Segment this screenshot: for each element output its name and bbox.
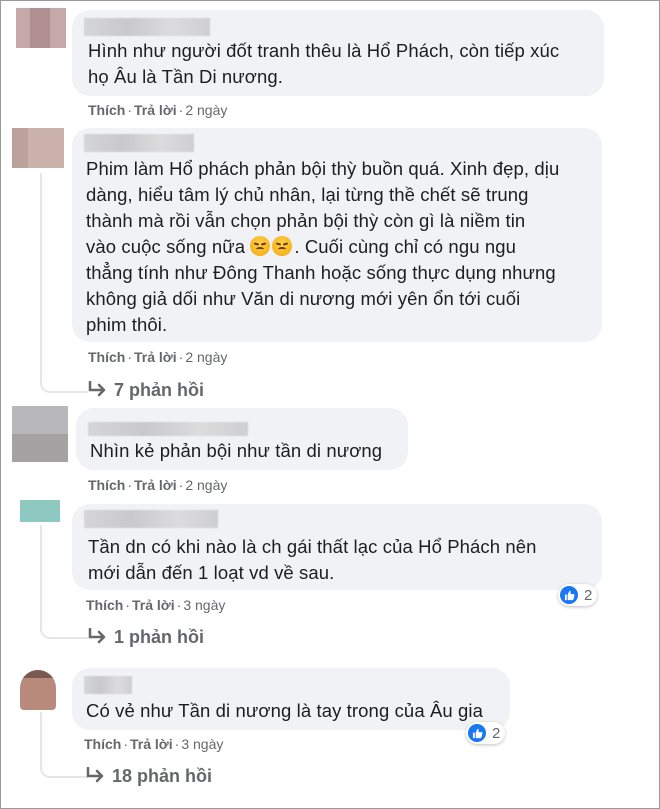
- comment-text: Tần dn có khi nào là ch gái thất lạc của…: [88, 536, 537, 583]
- replies-count: 1 phản hồi: [114, 627, 204, 647]
- like-button[interactable]: Thích: [88, 349, 125, 365]
- reaction-badge[interactable]: 2: [466, 722, 506, 744]
- reaction-count: 2: [584, 586, 593, 604]
- reply-arrow-icon: [88, 381, 106, 397]
- comment-actions: Thích · Trả lời · 2 ngày: [88, 102, 228, 118]
- replies-count: 18 phản hồi: [112, 766, 213, 786]
- avatar[interactable]: [12, 128, 64, 168]
- comment-actions: Thích · Trả lời · 2 ngày: [88, 349, 228, 365]
- timestamp[interactable]: 3 ngày: [181, 736, 223, 752]
- reply-button[interactable]: Trả lời: [134, 349, 177, 365]
- comment-bubble: Tần dn có khi nào là ch gái thất lạc của…: [72, 504, 602, 590]
- like-button[interactable]: Thích: [88, 477, 125, 493]
- comment-text: Có vẻ như Tần di nương là tay trong của …: [86, 700, 484, 721]
- view-replies-button[interactable]: 7 phản hồi: [88, 380, 204, 401]
- commenter-name-blurred[interactable]: [84, 18, 210, 36]
- comment-actions: Thích · Trả lời · 3 ngày: [84, 736, 224, 752]
- view-replies-button[interactable]: 18 phản hồi: [86, 766, 212, 787]
- replies-count: 7 phản hồi: [114, 380, 204, 400]
- reply-arrow-icon: [88, 628, 106, 644]
- comment-bubble: Có vẻ như Tần di nương là tay trong của …: [72, 668, 510, 730]
- reply-button[interactable]: Trả lời: [134, 102, 177, 118]
- like-icon: [468, 724, 486, 742]
- reply-button[interactable]: Trả lời: [134, 477, 177, 493]
- comment-text: Nhìn kẻ phản bội như tần di nương: [90, 440, 383, 461]
- avatar[interactable]: [20, 670, 56, 710]
- reply-arrow-icon: [86, 767, 104, 783]
- reaction-badge[interactable]: 2: [558, 584, 598, 606]
- timestamp[interactable]: 2 ngày: [185, 477, 227, 493]
- timestamp[interactable]: 2 ngày: [185, 102, 227, 118]
- avatar[interactable]: [20, 500, 60, 522]
- comment-bubble: Hình như người đốt tranh thêu là Hổ Phác…: [72, 10, 604, 96]
- timestamp[interactable]: 2 ngày: [185, 349, 227, 365]
- avatar[interactable]: [12, 406, 68, 462]
- weary-face-emoji-icon: [272, 236, 293, 256]
- weary-face-emoji-icon: [250, 236, 271, 256]
- comment-actions: Thích · Trả lời · 2 ngày: [88, 477, 228, 493]
- timestamp[interactable]: 3 ngày: [183, 597, 225, 613]
- reaction-count: 2: [492, 724, 501, 742]
- reply-button[interactable]: Trả lời: [130, 736, 173, 752]
- comment-bubble: Phim làm Hổ phách phản bội thỳ buồn quá.…: [72, 128, 602, 342]
- comment-bubble: Nhìn kẻ phản bội như tần di nương: [76, 408, 408, 470]
- like-button[interactable]: Thích: [86, 597, 123, 613]
- commenter-name-blurred[interactable]: [88, 422, 248, 436]
- like-button[interactable]: Thích: [88, 102, 125, 118]
- avatar[interactable]: [16, 8, 66, 48]
- commenter-name-blurred[interactable]: [84, 676, 132, 694]
- comment-actions: Thích · Trả lời · 3 ngày: [86, 597, 226, 613]
- like-button[interactable]: Thích: [84, 736, 121, 752]
- commenter-name-blurred[interactable]: [84, 134, 194, 152]
- view-replies-button[interactable]: 1 phản hồi: [88, 627, 204, 648]
- comment-text: Phim làm Hổ phách phản bội thỳ buồn quá.…: [86, 156, 559, 338]
- reply-button[interactable]: Trả lời: [132, 597, 175, 613]
- comment-text: Hình như người đốt tranh thêu là Hổ Phác…: [88, 40, 560, 87]
- commenter-name-blurred[interactable]: [84, 510, 218, 528]
- like-icon: [560, 586, 578, 604]
